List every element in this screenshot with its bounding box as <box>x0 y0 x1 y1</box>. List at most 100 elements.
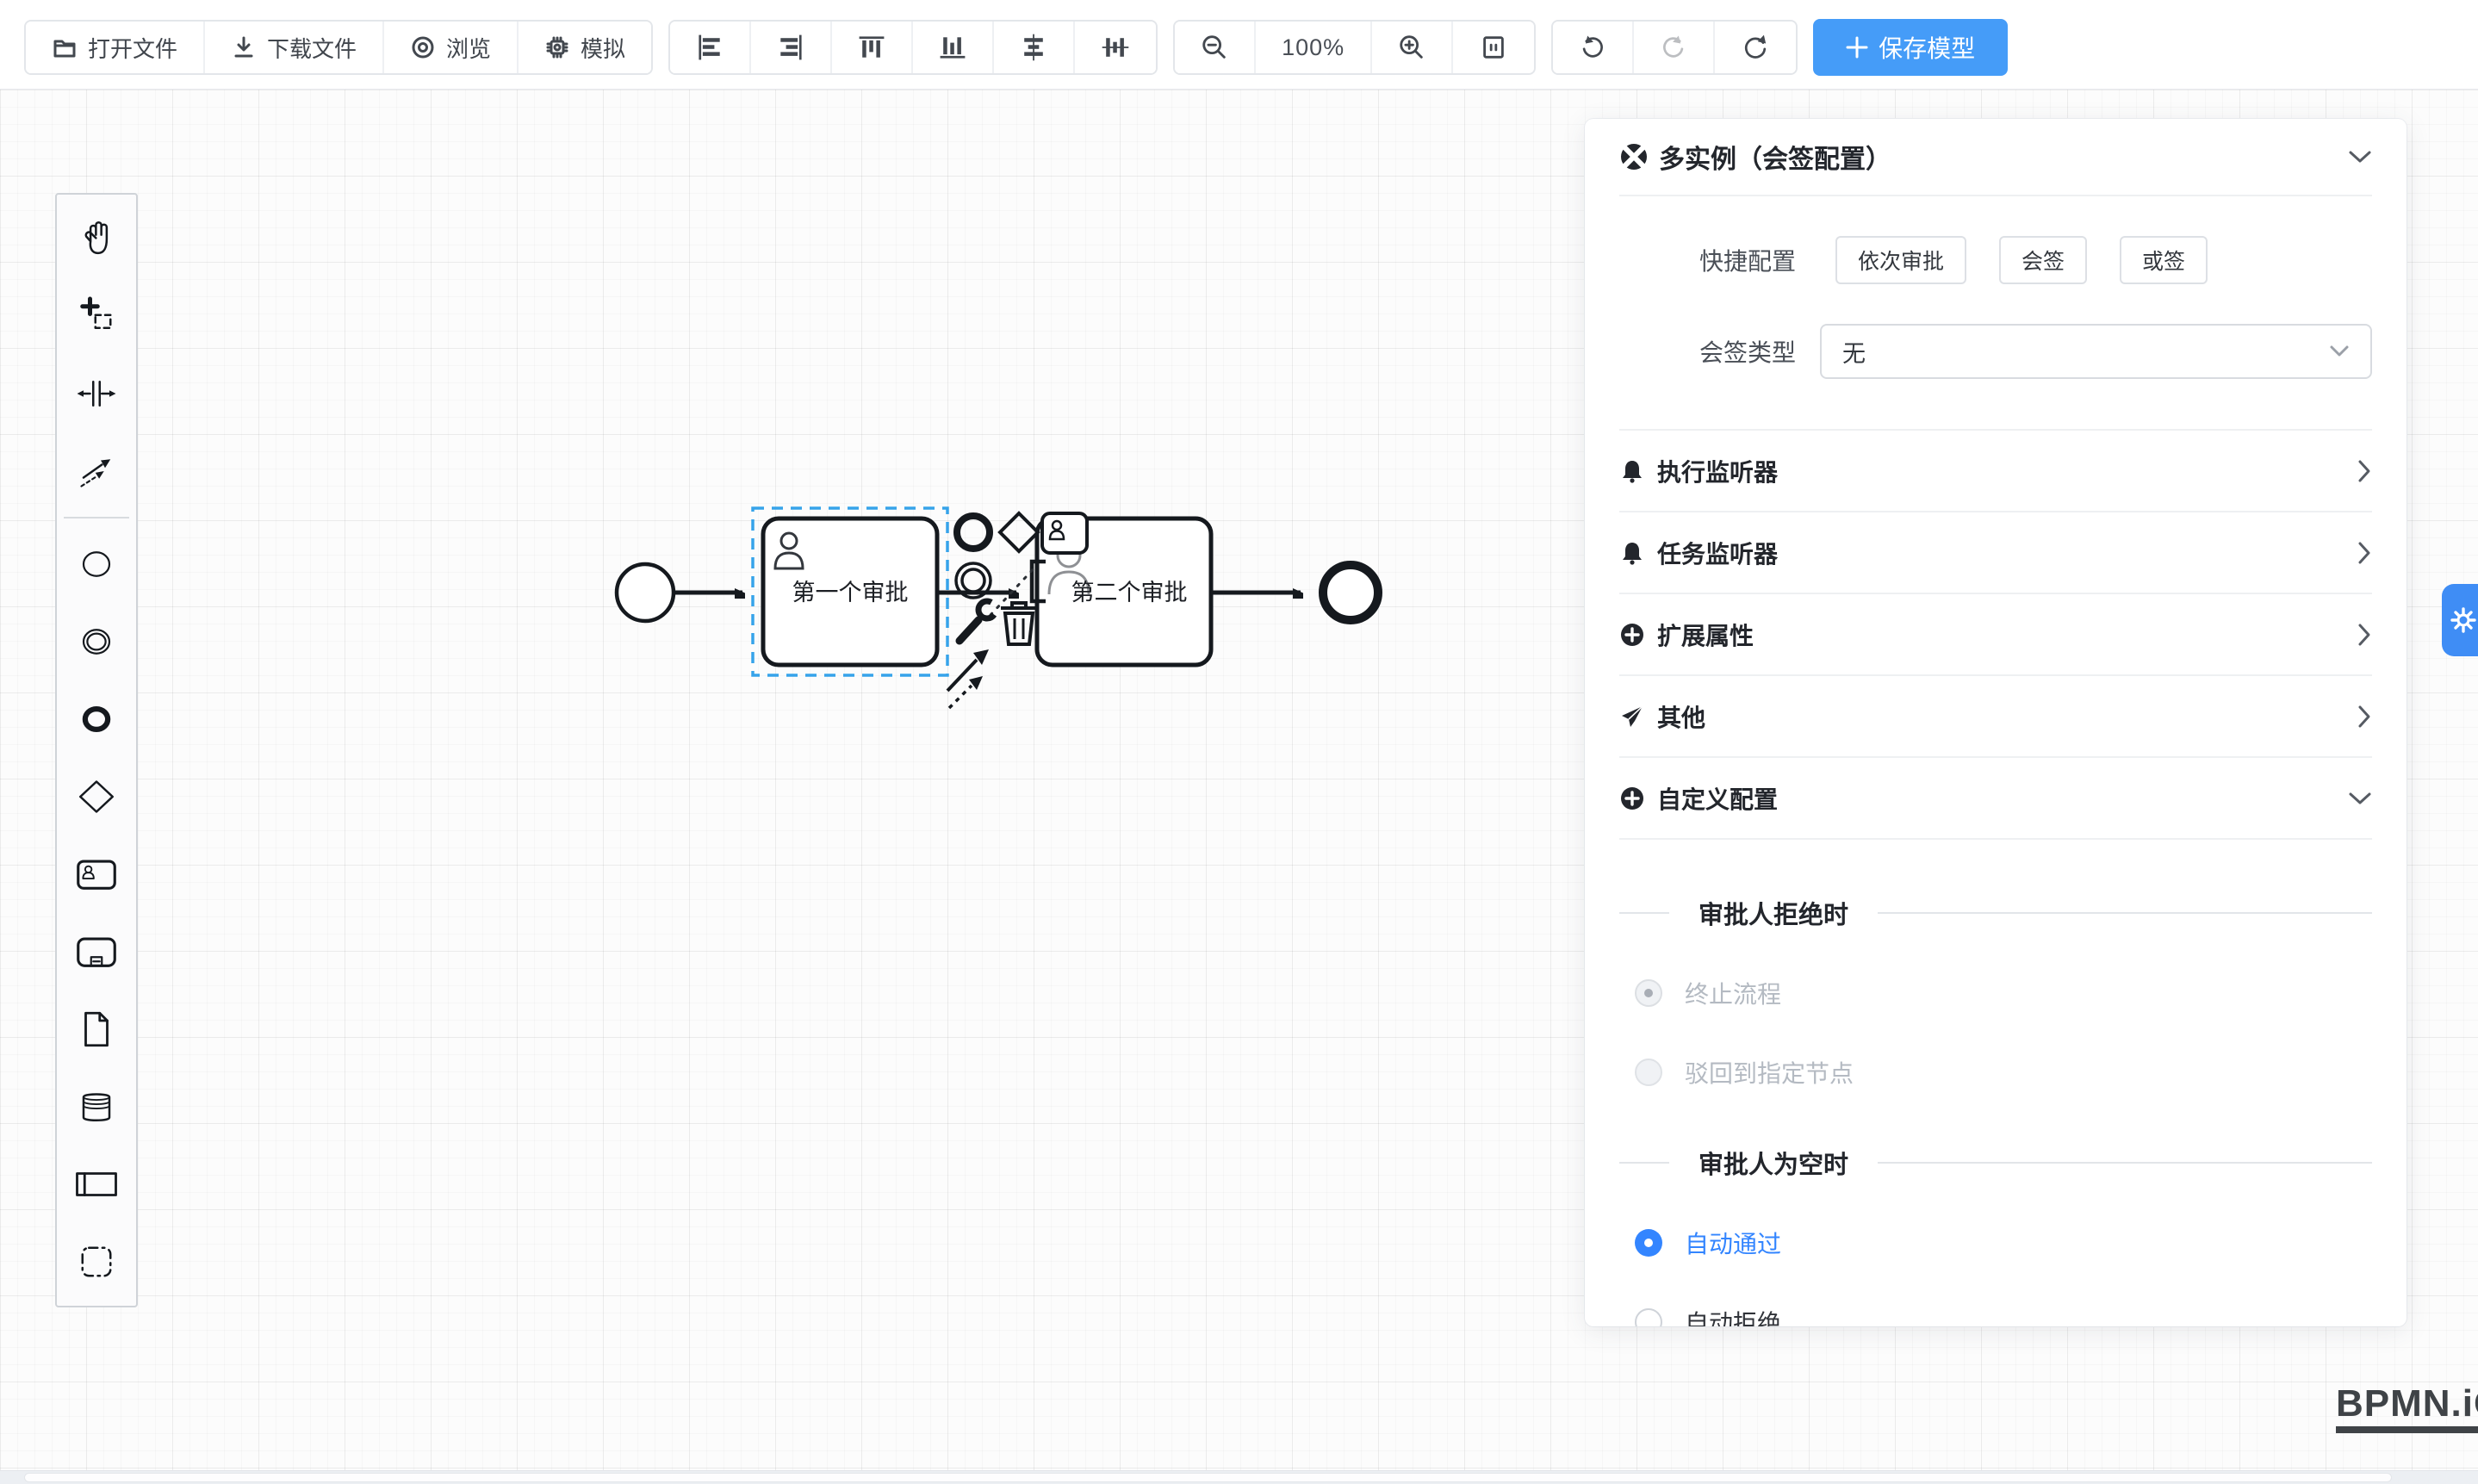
zoom-level: 100% <box>1256 22 1372 73</box>
bpmn-io-logo[interactable]: BPMN.iO <box>2336 1385 2478 1433</box>
task-first-approval[interactable]: 第一个审批 <box>763 518 937 665</box>
data-store-icon <box>71 1081 122 1133</box>
chevron-right-icon <box>2357 459 2372 483</box>
create-subprocess[interactable] <box>57 913 136 990</box>
section-other[interactable]: 其他 <box>1619 676 2372 758</box>
undo-icon <box>1577 32 1608 63</box>
align-bottom-button[interactable] <box>913 22 994 73</box>
empty-group-heading: 审批人为空时 <box>1619 1145 2372 1181</box>
fit-viewport-button[interactable] <box>1453 22 1534 73</box>
horizontal-scrollbar[interactable] <box>0 1470 2478 1484</box>
zoom-in-button[interactable] <box>1372 22 1453 73</box>
radio-icon <box>1635 1059 1662 1086</box>
sign-type-row: 会签类型 无 <box>1619 324 2372 379</box>
start-event-icon <box>71 538 122 590</box>
radio-auto-reject[interactable]: 自动拒绝 <box>1635 1305 2372 1326</box>
append-intermediate-event-icon[interactable] <box>956 563 991 598</box>
zoom-out-icon <box>1200 33 1229 62</box>
reject-group-title: 审批人拒绝时 <box>1699 895 1848 931</box>
section-execution-listener[interactable]: 执行监听器 <box>1619 431 2372 512</box>
align-top-icon <box>856 32 887 63</box>
append-text-annotation-icon[interactable] <box>1032 562 1046 601</box>
reset-button[interactable] <box>1715 22 1796 73</box>
radio-auto-pass[interactable]: 自动通过 <box>1635 1226 2372 1260</box>
sign-type-label: 会签类型 <box>1619 334 1796 369</box>
bpmn-editor-app: 打开文件 下载文件 浏览 <box>0 0 2478 1484</box>
preview-button[interactable]: 浏览 <box>384 22 519 73</box>
create-user-task[interactable] <box>57 835 136 913</box>
section-extended-properties[interactable]: 扩展属性 <box>1619 594 2372 676</box>
redo-icon <box>1658 32 1689 63</box>
top-toolbar-strip: 打开文件 下载文件 浏览 <box>0 0 2478 90</box>
create-end-event[interactable] <box>57 680 136 758</box>
quick-option-sequential[interactable]: 依次审批 <box>1835 236 1966 284</box>
align-center-horizontal-icon <box>1018 32 1049 63</box>
lasso-icon <box>71 290 122 342</box>
undo-button[interactable] <box>1553 22 1634 73</box>
quick-config-row: 快捷配置 依次审批 会签 或签 <box>1619 236 2372 284</box>
connect-icon <box>71 445 122 497</box>
task1-label: 第一个审批 <box>792 580 909 605</box>
chevron-right-icon <box>2357 623 2372 647</box>
create-intermediate-event[interactable] <box>57 603 136 680</box>
save-model-button[interactable]: 保存模型 <box>1813 19 2008 76</box>
zoom-out-button[interactable] <box>1175 22 1256 73</box>
download-file-button[interactable]: 下载文件 <box>205 22 384 73</box>
send-icon <box>1619 704 1645 730</box>
chevron-right-icon <box>2357 705 2372 729</box>
space-tool[interactable] <box>57 355 136 432</box>
eye-icon <box>410 34 436 60</box>
create-start-event[interactable] <box>57 525 136 603</box>
radio-label: 自动拒绝 <box>1685 1305 1781 1326</box>
group-icon <box>71 1236 122 1288</box>
open-file-button[interactable]: 打开文件 <box>26 22 205 73</box>
section-custom-config[interactable]: 自定义配置 <box>1619 758 2372 840</box>
create-data-object[interactable] <box>57 990 136 1068</box>
start-event-shape[interactable] <box>617 564 674 621</box>
task2-label: 第二个审批 <box>1071 580 1188 605</box>
scrollbar-thumb[interactable] <box>24 1473 2392 1482</box>
chevron-right-icon <box>2357 541 2372 565</box>
create-participant[interactable] <box>57 1146 136 1223</box>
radio-return-to-node[interactable]: 驳回到指定节点 <box>1635 1055 2372 1090</box>
create-data-store[interactable] <box>57 1068 136 1146</box>
folder-open-icon <box>52 34 78 60</box>
file-button-group: 打开文件 下载文件 浏览 <box>24 20 653 75</box>
create-group[interactable] <box>57 1223 136 1301</box>
end-event-shape[interactable] <box>1323 565 1378 620</box>
zoom-level-value: 100% <box>1282 34 1345 61</box>
create-gateway[interactable] <box>57 758 136 835</box>
append-user-task-icon[interactable] <box>1042 513 1087 553</box>
section-label: 自定义配置 <box>1657 781 2336 816</box>
align-middle-vertical-icon <box>1100 32 1131 63</box>
panel-header[interactable]: 多实例（会签配置） <box>1619 119 2372 196</box>
align-middle-vertical-button[interactable] <box>1075 22 1156 73</box>
redo-button[interactable] <box>1634 22 1715 73</box>
reject-group-heading: 审批人拒绝时 <box>1619 895 2372 931</box>
align-right-icon <box>775 32 806 63</box>
radio-terminate-process[interactable]: 终止流程 <box>1635 976 2372 1010</box>
simulate-button[interactable]: 模拟 <box>519 22 651 73</box>
subprocess-icon <box>71 926 122 978</box>
section-task-listener[interactable]: 任务监听器 <box>1619 512 2372 594</box>
bell-icon <box>1619 540 1645 566</box>
align-left-button[interactable] <box>670 22 751 73</box>
radio-icon <box>1635 1308 1662 1326</box>
quick-option-countersign[interactable]: 会签 <box>1999 236 2087 284</box>
global-connect-tool[interactable] <box>57 432 136 510</box>
radio-icon <box>1635 1229 1662 1257</box>
delete-trash-icon[interactable] <box>1001 603 1037 644</box>
quick-option-orsign[interactable]: 或签 <box>2120 236 2208 284</box>
align-center-horizontal-button[interactable] <box>994 22 1075 73</box>
append-end-event-icon[interactable] <box>957 516 990 549</box>
align-right-button[interactable] <box>751 22 832 73</box>
settings-fab-button[interactable] <box>2442 584 2478 656</box>
align-top-button[interactable] <box>832 22 913 73</box>
gear-icon <box>2449 605 2478 635</box>
chevron-down-icon <box>2329 345 2350 358</box>
lasso-tool[interactable] <box>57 277 136 355</box>
hand-icon <box>71 213 122 264</box>
intermediate-event-icon <box>71 616 122 667</box>
sign-type-select[interactable]: 无 <box>1820 324 2372 379</box>
hand-tool[interactable] <box>57 200 136 277</box>
